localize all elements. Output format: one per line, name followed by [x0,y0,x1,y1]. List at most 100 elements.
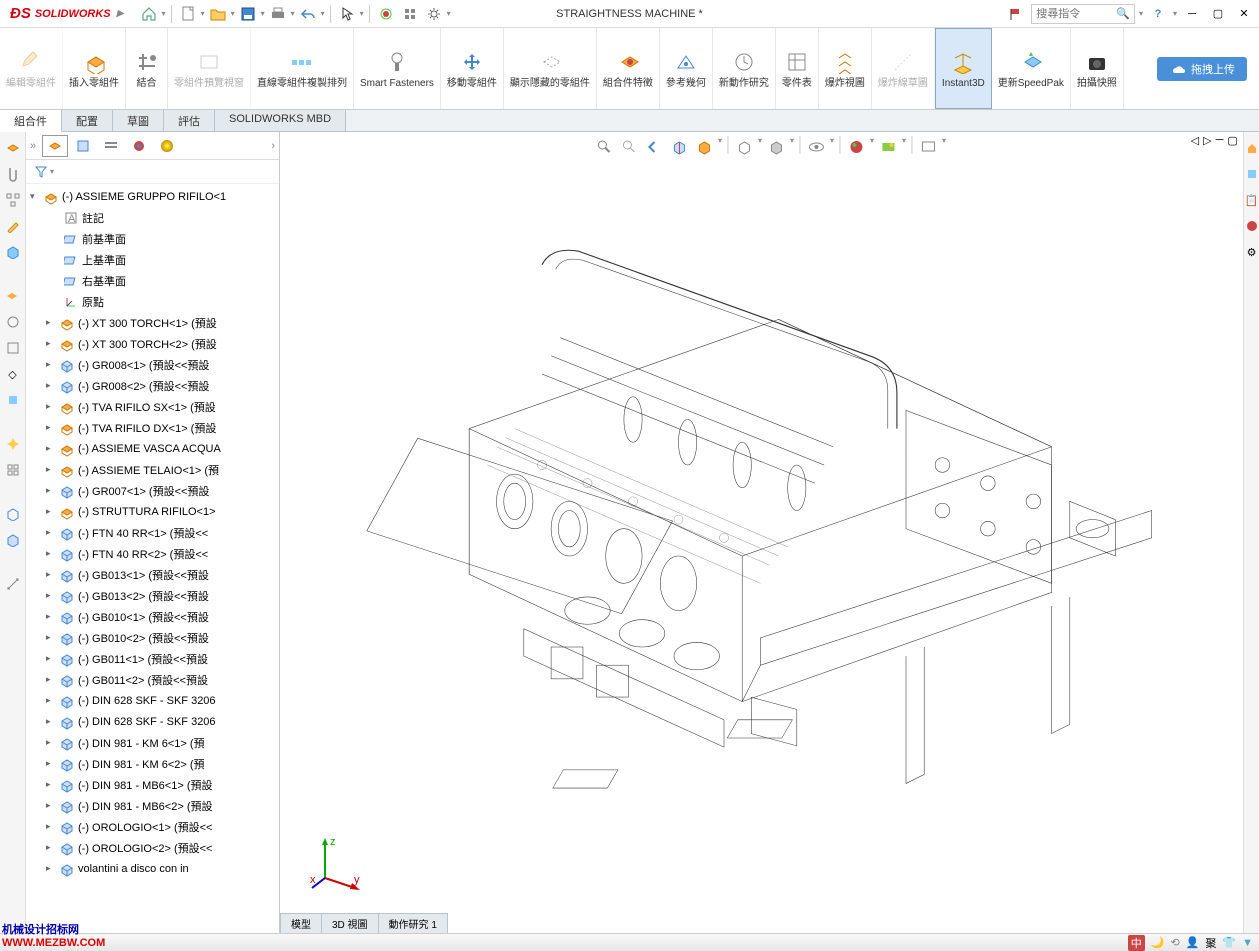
tree-item[interactable]: ▸(-) XT 300 TORCH<1> (預設 [26,312,279,333]
ribbon-linear-pattern[interactable]: 直線零組件複製排列 [251,28,354,109]
upload-button[interactable]: 拖拽上传 [1157,57,1247,81]
lt-t3-icon[interactable] [3,338,23,358]
hide-show-icon[interactable] [765,136,787,158]
select-icon[interactable] [336,3,358,25]
display-style-icon[interactable] [733,136,755,158]
lt-tree-icon[interactable] [3,190,23,210]
ribbon-mate[interactable]: 結合 [126,28,168,109]
scene-icon[interactable] [877,136,899,158]
bottom-tab[interactable]: 模型 [280,913,322,933]
vp-next-icon[interactable]: ▷ [1203,134,1211,147]
ribbon-reference-geometry[interactable]: 參考幾何 [660,28,713,109]
home-icon[interactable] [138,3,160,25]
search-icon[interactable]: 🔍 [1116,7,1130,20]
tree-item[interactable]: ▸(-) OROLOGIO<2> (預設<< [26,837,279,858]
lt-explode-icon[interactable] [3,434,23,454]
fp-expand-icon[interactable]: › [271,140,275,152]
lt-box2-icon[interactable] [3,530,23,550]
tree-item[interactable]: ▸(-) GR008<1> (預設<<預設 [26,354,279,375]
rt-home-icon[interactable] [1242,138,1259,158]
search-input[interactable] [1036,8,1116,20]
sb-sync-icon[interactable]: ⟲ [1170,936,1179,949]
tree-item[interactable]: ▸(-) GB011<2> (預設<<預設 [26,669,279,690]
undo-icon[interactable] [297,3,319,25]
tree-item[interactable]: ▸(-) FTN 40 RR<2> (預設<< [26,543,279,564]
logo-dropdown-icon[interactable]: ▶ [117,8,124,19]
bottom-tab[interactable]: 動作研究 1 [378,913,448,933]
tree-item[interactable]: ▸(-) FTN 40 RR<1> (預設<< [26,522,279,543]
ribbon-bom[interactable]: 零件表 [776,28,819,109]
tree-item[interactable]: A註記 [26,207,279,228]
tree-item[interactable]: 原點 [26,291,279,312]
print-icon[interactable] [267,3,289,25]
tree-item[interactable]: 右基準面 [26,270,279,291]
bottom-tab[interactable]: 3D 視圖 [321,913,379,933]
tree-item[interactable]: ▸(-) DIN 981 - MB6<2> (預設 [26,795,279,816]
help-icon[interactable]: ? [1147,3,1169,25]
ribbon-assembly-features[interactable]: 組合件特徵 [597,28,660,109]
close-icon[interactable]: ✕ [1233,3,1255,25]
command-search[interactable]: 🔍 [1031,4,1135,24]
tab-evaluate[interactable]: 評估 [164,110,215,131]
lt-assembly-icon[interactable] [3,138,23,158]
fp-tab-dim[interactable] [126,135,152,157]
ribbon-move-component[interactable]: 移動零組件 [441,28,504,109]
ribbon-snapshot[interactable]: 拍攝快照 [1071,28,1124,109]
tree-item[interactable]: ▸(-) ASSIEME VASCA ACQUA [26,438,279,459]
tree-item[interactable]: ▸(-) DIN 981 - MB6<1> (預設 [26,774,279,795]
lt-t2-icon[interactable] [3,312,23,332]
lt-grid-icon[interactable] [3,460,23,480]
sb-lang[interactable]: 聚 [1205,935,1216,951]
lt-t1-icon[interactable] [3,286,23,306]
new-doc-icon[interactable] [177,3,199,25]
ribbon-smart-fasteners[interactable]: Smart Fasteners [354,28,441,109]
ribbon-instant3d[interactable]: Instant3D [935,28,992,109]
vp-max-icon[interactable]: ▢ [1227,134,1237,147]
sb-moon-icon[interactable]: 🌙 [1151,936,1165,949]
options-icon[interactable] [399,3,421,25]
rt-design-icon[interactable] [1242,164,1259,184]
minimize-icon[interactable]: ─ [1181,3,1203,25]
tree-item[interactable]: ▸(-) DIN 628 SKF - SKF 3206 [26,711,279,732]
filter-icon[interactable] [34,165,48,179]
tab-layout[interactable]: 配置 [62,110,113,131]
tree-item[interactable]: ▸(-) OROLOGIO<1> (預設<< [26,816,279,837]
vp-prev-icon[interactable]: ◁ [1191,134,1199,147]
sb-user-icon[interactable]: 👤 [1186,936,1200,949]
fp-tab-property[interactable] [70,135,96,157]
tree-item[interactable]: ▸(-) GB010<2> (預設<<預設 [26,627,279,648]
graphics-viewport[interactable]: ▾ ▾ ▾ ▾ ▾ ▾ ▾ ◁ ▷ ─ ▢ ✕ [280,132,1259,933]
restore-icon[interactable]: ▢ [1207,3,1229,25]
ribbon-insert-component[interactable]: 插入零組件 [63,28,126,109]
appearance-icon[interactable] [845,136,867,158]
sb-shirt-icon[interactable]: 👕 [1222,936,1236,949]
prev-view-icon[interactable] [643,136,665,158]
lt-measure-icon[interactable] [3,574,23,594]
tree-item[interactable]: ▸(-) DIN 981 - KM 6<2> (預 [26,753,279,774]
open-doc-icon[interactable] [207,3,229,25]
sb-down-icon[interactable]: ▼ [1242,937,1253,949]
feature-tree[interactable]: ▾(-) ASSIEME GRUPPO RIFILO<1A註記前基準面上基準面右… [26,184,279,933]
view-orientation-icon[interactable] [693,136,715,158]
render-icon[interactable] [917,136,939,158]
ribbon-update-speedpak[interactable]: 更新SpeedPak [992,28,1071,109]
flag-icon[interactable] [1005,3,1027,25]
vp-min-icon[interactable]: ─ [1216,134,1224,147]
save-icon[interactable] [237,3,259,25]
fp-tab-display[interactable] [154,135,180,157]
tree-item[interactable]: ▸(-) TVA RIFILO SX<1> (預設 [26,396,279,417]
tree-item[interactable]: ▸(-) GB011<1> (預設<<預設 [26,648,279,669]
tab-assembly[interactable]: 組合件 [0,110,62,132]
ribbon-new-motion-study[interactable]: 新動作研究 [713,28,776,109]
tree-item[interactable]: 上基準面 [26,249,279,270]
tree-item[interactable]: ▸(-) GR008<2> (預設<<預設 [26,375,279,396]
fp-tab-config[interactable] [98,135,124,157]
eye-icon[interactable] [805,136,827,158]
rt-custom-icon[interactable]: ⚙ [1242,242,1259,262]
tree-item[interactable]: ▸(-) STRUTTURA RIFILO<1> [26,501,279,522]
ribbon-show-hidden[interactable]: 顯示隱藏的零組件 [504,28,597,109]
lt-sketch-icon[interactable] [3,216,23,236]
tree-item[interactable]: ▸(-) XT 300 TORCH<2> (預設 [26,333,279,354]
tree-item[interactable]: ▸(-) TVA RIFILO DX<1> (預設 [26,417,279,438]
tree-item[interactable]: ▸(-) GR007<1> (預設<<預設 [26,480,279,501]
